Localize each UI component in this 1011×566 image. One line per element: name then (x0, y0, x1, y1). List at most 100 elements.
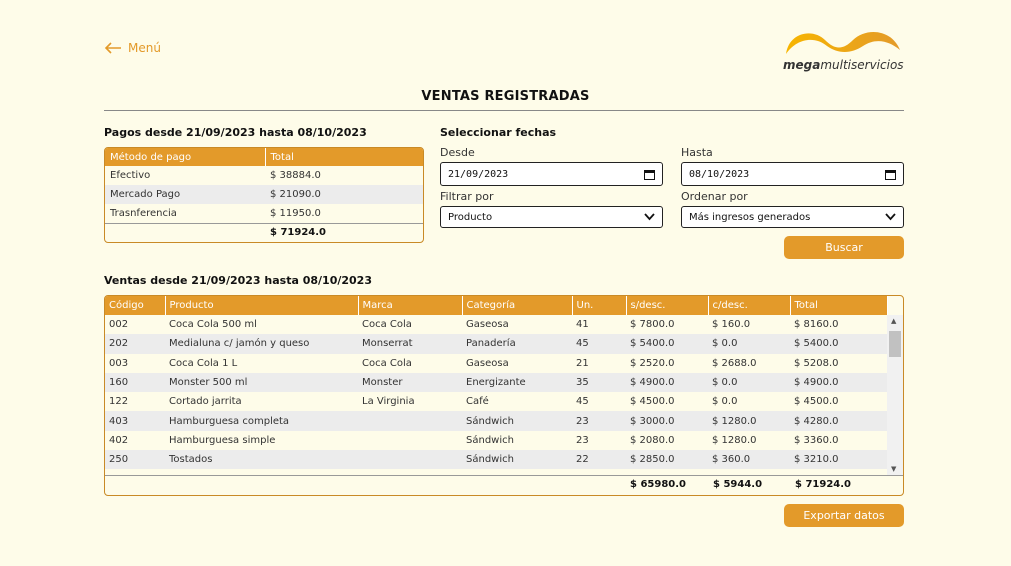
sales-title: Ventas desde 21/09/2023 hasta 08/10/2023 (104, 274, 372, 287)
sale-codigo: 003 (109, 357, 129, 369)
sale-codigo: 202 (105, 334, 165, 354)
sale-unidades: 23 (576, 434, 589, 446)
hasta-value: 08/10/2023 (689, 168, 750, 180)
sales-scrollbar[interactable]: ▲ ▼ (887, 315, 903, 475)
calendar-icon[interactable] (885, 169, 896, 180)
sale-total: $ 8160.0 (794, 319, 839, 331)
payment-method: Efectivo (110, 170, 151, 181)
sale-total: $ 4900.0 (790, 372, 887, 393)
payments-grand-total: $ 71924.0 (265, 222, 423, 242)
sale-categoria: Sándwich (462, 450, 572, 470)
sale-cdesc: $ 0.0 (708, 334, 790, 354)
filters-title: Seleccionar fechas (440, 126, 557, 139)
calendar-icon[interactable] (644, 169, 655, 180)
table-row[interactable]: 002 Coca Cola 500 ml Coca Cola Gaseosa 41 $ 7… (105, 315, 887, 334)
sales-table-body[interactable]: 002 Coca Cola 500 ml Coca Cola Gaseosa 41 $ 7… (105, 315, 887, 475)
sale-marca (358, 431, 462, 450)
sale-marca (358, 411, 462, 431)
filtrar-select[interactable]: Producto (440, 206, 663, 228)
table-row[interactable]: 160 Monster 500 ml Monster Energizante 35 $ 4… (105, 372, 887, 393)
sale-unidades: 45 (576, 396, 589, 408)
sale-categoria: Gaseosa (466, 357, 509, 369)
sale-codigo: 002 (109, 319, 129, 331)
sale-cdesc: $ 360.0 (708, 450, 790, 470)
sales-header-categoria[interactable]: Categoría (462, 296, 573, 315)
sale-producto: Cortado jarrita (169, 396, 242, 408)
hasta-label: Hasta (681, 146, 713, 159)
sale-sdesc: $ 4500.0 (630, 396, 675, 408)
sale-producto: Tostados (165, 450, 358, 470)
table-row[interactable]: 402 Hamburguesa simple Sándwich 23 $ 2080.0 $… (105, 431, 887, 450)
sales-header-codigo[interactable]: Código (105, 296, 166, 315)
sale-producto: Hamburguesa simple (169, 434, 276, 446)
sale-marca: Coca Cola (362, 357, 412, 369)
sale-cdesc: $ 160.0 (712, 319, 751, 331)
sales-header-cdesc[interactable]: c/desc. (708, 296, 791, 315)
table-row[interactable]: 403 Hamburguesa completa Sándwich 23 $ 3000.… (105, 411, 887, 431)
scroll-up-icon[interactable]: ▲ (891, 317, 896, 325)
table-row: Mercado Pago $ 21090.0 (105, 185, 423, 204)
sales-header-unidades[interactable]: Un. (572, 296, 627, 315)
sale-total: $ 5208.0 (794, 357, 839, 369)
payments-table: Método de pago Total Efectivo $ 38884.0 M… (104, 147, 424, 243)
sales-header-total[interactable]: Total (790, 296, 888, 315)
table-row: Trasnferencia $ 11950.0 (105, 204, 423, 223)
sale-sdesc: $ 2520.0 (630, 357, 675, 369)
table-row[interactable]: 003 Coca Cola 1 L Coca Cola Gaseosa 21 $ 2520… (105, 354, 887, 373)
sale-sdesc: $ 2080.0 (630, 434, 675, 446)
table-row[interactable]: 202 Medialuna c/ jamón y queso Monserrat Pa… (105, 334, 887, 354)
sales-table: Código Producto Marca Categoría Un. s/de… (104, 295, 904, 496)
table-row[interactable]: 250 Tostados Sándwich 22 $ 2850.0 $ 360.0 $ 32… (105, 450, 887, 470)
menu-back-link[interactable]: Menú (104, 41, 161, 55)
desde-label: Desde (440, 146, 475, 159)
ordenar-select[interactable]: Más ingresos generados (681, 206, 904, 228)
scroll-down-icon[interactable]: ▼ (891, 465, 896, 473)
sale-cdesc: $ 2688.0 (712, 357, 757, 369)
sale-marca (358, 450, 462, 470)
scroll-thumb[interactable] (889, 331, 901, 357)
sale-producto: Monster 500 ml (165, 372, 358, 393)
payments-total-row: $ 71924.0 (105, 222, 423, 242)
desde-date-input[interactable]: 21/09/2023 (440, 162, 663, 186)
sale-cdesc: $ 1280.0 (712, 434, 757, 446)
sale-unidades: 41 (576, 319, 589, 331)
divider (104, 110, 904, 111)
sale-sdesc: $ 7800.0 (630, 319, 675, 331)
ordenar-label: Ordenar por (681, 190, 748, 203)
sale-sdesc: $ 2850.0 (626, 450, 708, 470)
sale-producto: Hamburguesa completa (165, 411, 358, 431)
sale-sdesc: $ 4900.0 (626, 372, 708, 393)
sale-cdesc: $ 1280.0 (708, 411, 790, 431)
sale-sdesc: $ 3000.0 (626, 411, 708, 431)
sale-unidades: 45 (572, 334, 626, 354)
sale-sdesc: $ 5400.0 (626, 334, 708, 354)
buscar-button[interactable]: Buscar (784, 236, 904, 259)
sales-total-sdesc: $ 65980.0 (630, 479, 686, 490)
sale-total: $ 4500.0 (794, 396, 839, 408)
hasta-date-input[interactable]: 08/10/2023 (681, 162, 904, 186)
sale-categoria: Gaseosa (466, 319, 509, 331)
sale-total: $ 3360.0 (794, 434, 839, 446)
sale-categoria: Sándwich (462, 411, 572, 431)
sale-total: $ 5400.0 (790, 334, 887, 354)
sale-categoria: Panadería (462, 334, 572, 354)
table-row[interactable]: 122 Cortado jarrita La Virginia Café 45 $ 450… (105, 392, 887, 411)
payments-title: Pagos desde 21/09/2023 hasta 08/10/2023 (104, 126, 367, 139)
sale-marca: Monster (358, 372, 462, 393)
sale-codigo: 122 (109, 396, 129, 408)
sales-header-sdesc[interactable]: s/desc. (626, 296, 709, 315)
sale-unidades: 35 (572, 372, 626, 393)
exportar-button[interactable]: Exportar datos (784, 504, 904, 527)
payment-total: $ 21090.0 (265, 185, 423, 204)
sale-categoria: Energizante (462, 372, 572, 393)
sale-marca: La Virginia (362, 396, 415, 408)
sales-header-producto[interactable]: Producto (165, 296, 359, 315)
ordenar-value: Más ingresos generados (689, 211, 811, 223)
sales-totals-row: $ 65980.0 $ 5944.0 $ 71924.0 (105, 475, 903, 495)
sale-producto: Coca Cola 500 ml (169, 319, 257, 331)
logo-text: megamultiservicios (783, 58, 904, 72)
table-row: Efectivo $ 38884.0 (105, 166, 423, 185)
sales-header-marca[interactable]: Marca (358, 296, 463, 315)
sale-cdesc: $ 0.0 (708, 372, 790, 393)
logo-wave-icon (786, 31, 900, 54)
